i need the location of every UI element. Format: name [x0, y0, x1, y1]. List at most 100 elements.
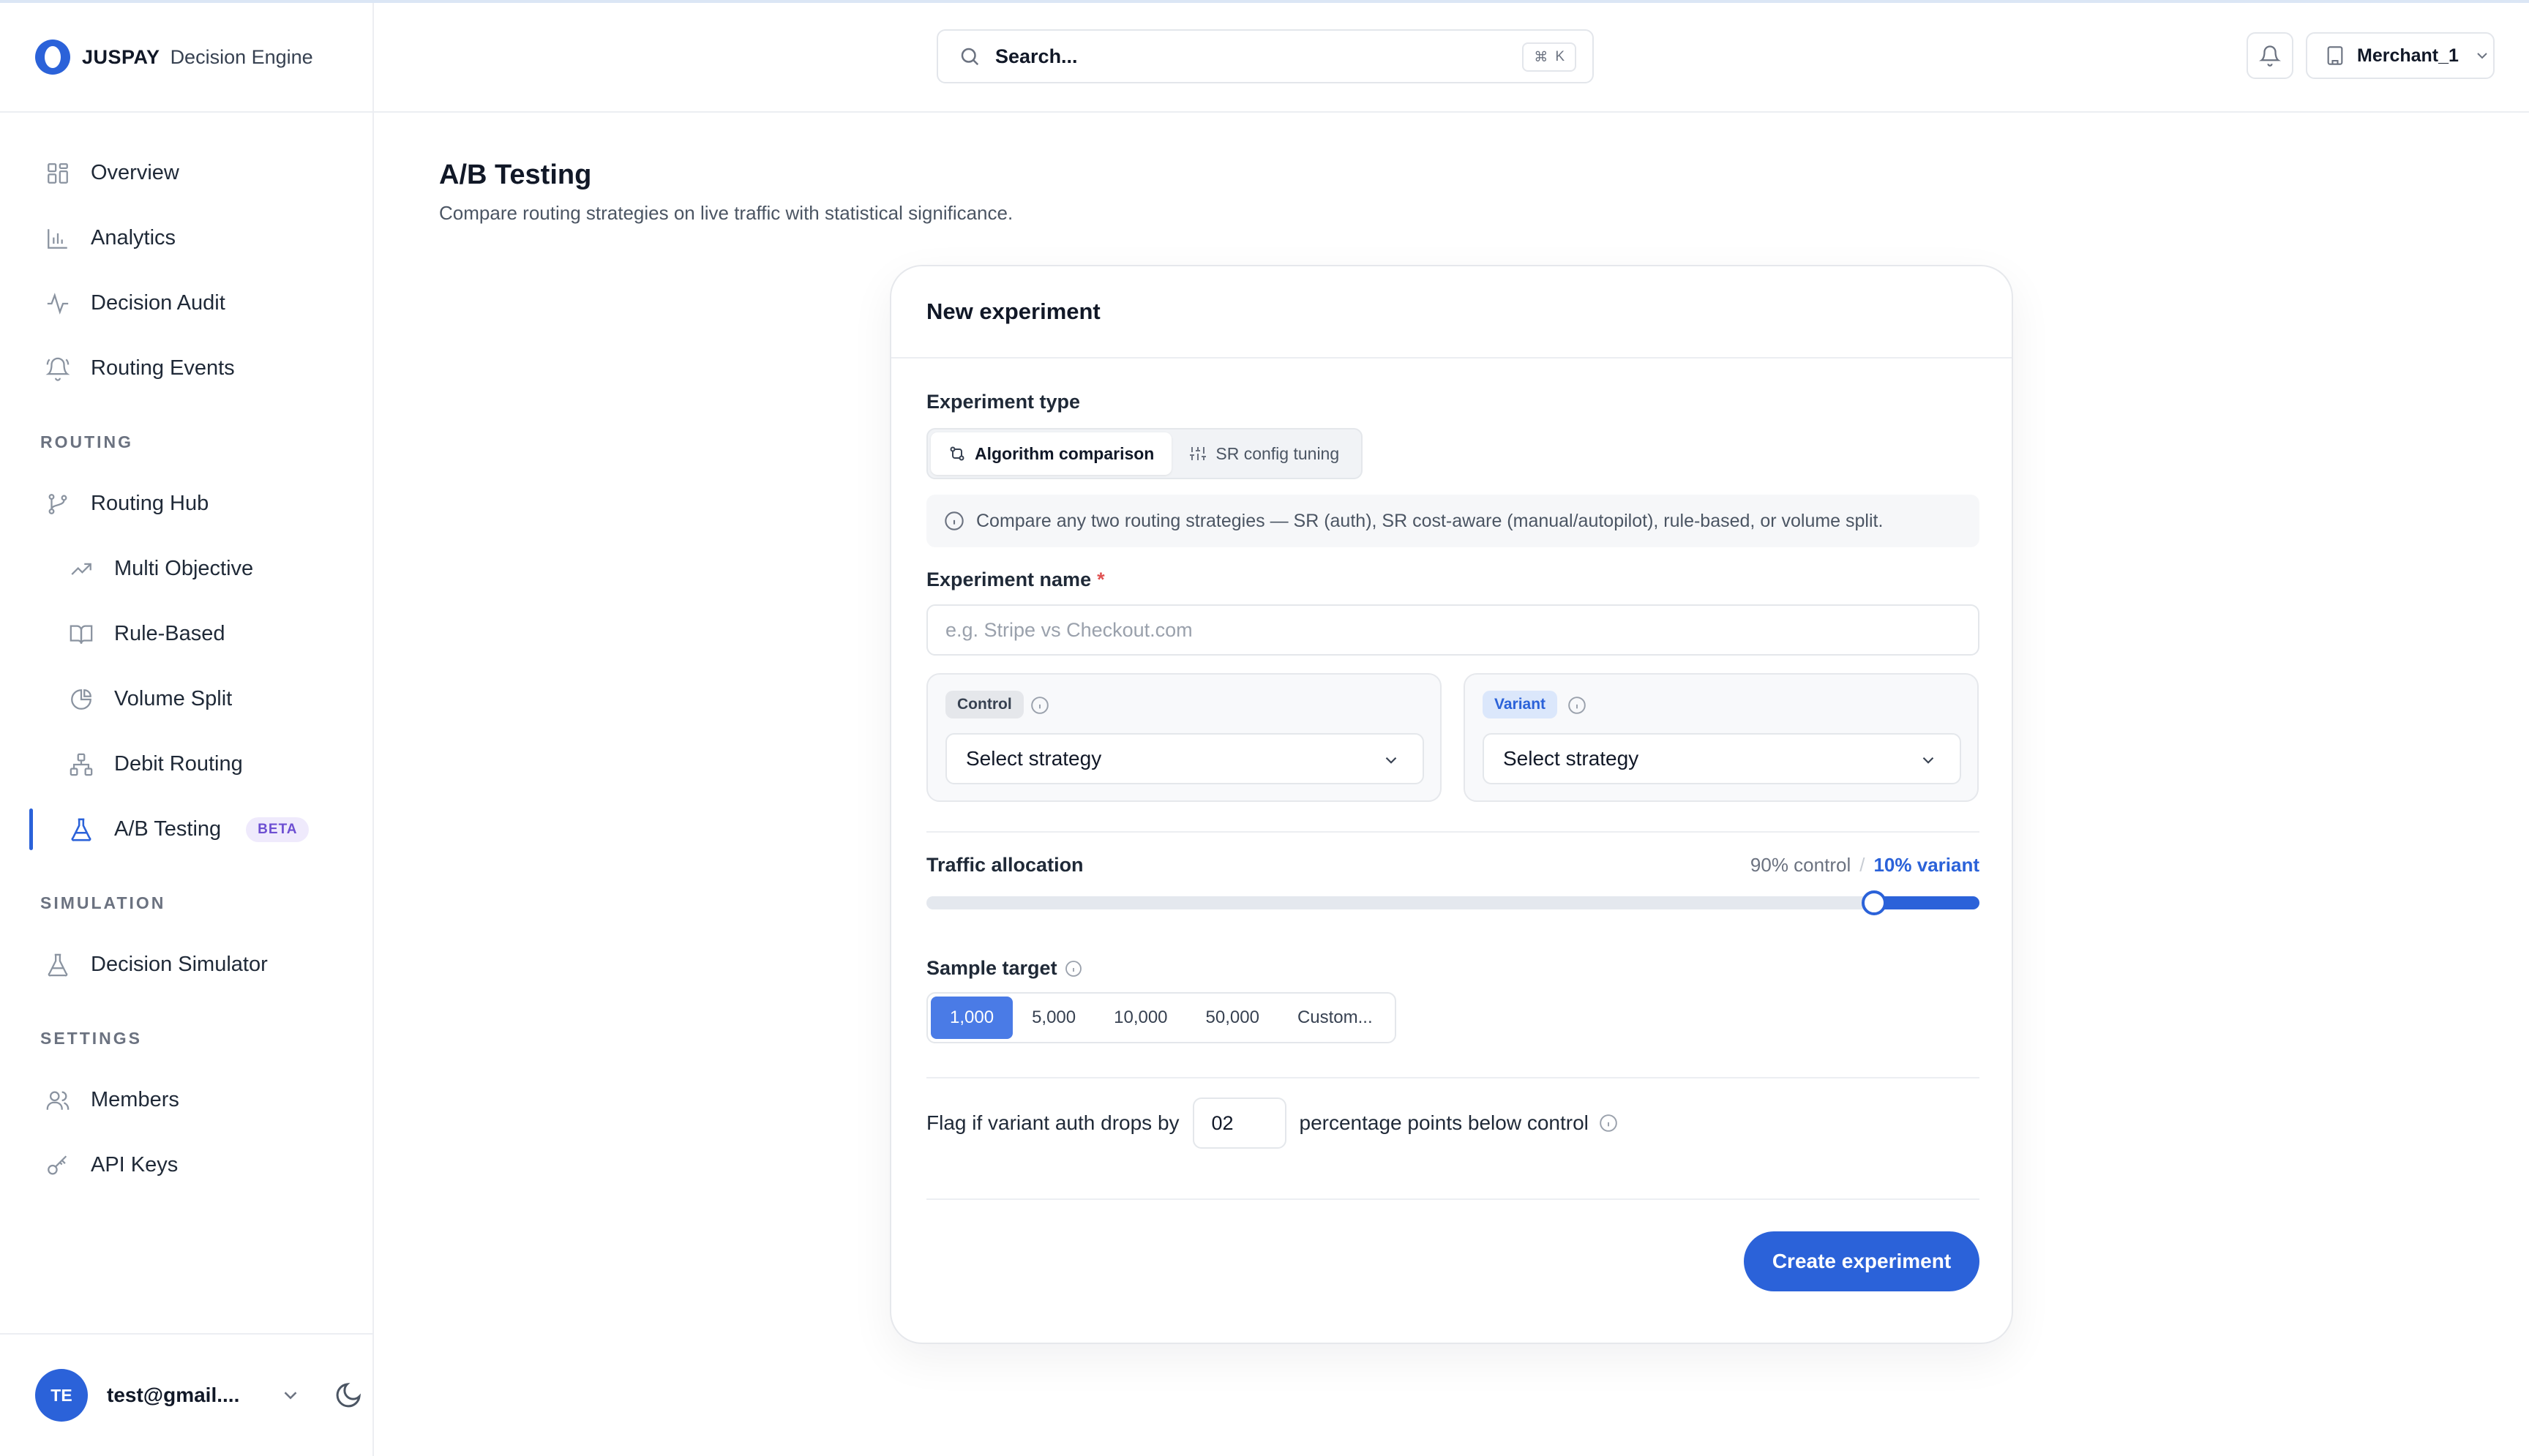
sample-target-label: Sample target: [926, 957, 1082, 980]
flag-prefix: Flag if variant auth drops by: [926, 1111, 1180, 1134]
juspay-logo-icon: [35, 40, 70, 75]
slider-track[interactable]: [926, 896, 1979, 909]
sample-option-5000[interactable]: 5,000: [1013, 997, 1095, 1039]
sidebar-item-debit-routing[interactable]: Debit Routing: [0, 732, 372, 797]
divider: [926, 1198, 1979, 1200]
sidebar-item-label: Routing Hub: [91, 492, 209, 515]
sliders-icon: [1190, 447, 1207, 460]
slider-fill: [1874, 896, 1979, 909]
sidebar-item-volume-split[interactable]: Volume Split: [0, 667, 372, 732]
separator: /: [1859, 854, 1865, 876]
tab-label: SR config tuning: [1215, 443, 1340, 463]
search-box[interactable]: ⌘ K: [937, 29, 1594, 83]
sidebar-item-members[interactable]: Members: [0, 1067, 372, 1133]
users-icon: [45, 1088, 70, 1113]
bell-ring-icon: [45, 356, 70, 381]
tab-algorithm-comparison[interactable]: Algorithm comparison: [931, 432, 1172, 475]
traffic-slider[interactable]: [926, 890, 1979, 915]
experiment-name-label: Experiment name *: [926, 568, 1105, 591]
variant-pill: Variant: [1483, 691, 1558, 718]
divider: [926, 831, 1979, 833]
merchant-switcher[interactable]: Merchant_1: [2306, 32, 2495, 79]
main-content: A/B Testing Compare routing strategies o…: [374, 114, 2529, 1456]
top-bar: ⌘ K Merchant_1: [374, 3, 2529, 113]
avatar: TE: [35, 1369, 88, 1422]
sidebar-item-label: Volume Split: [114, 687, 233, 710]
building-icon: [2327, 46, 2343, 65]
chevron-down-icon[interactable]: [280, 1384, 301, 1406]
variant-strategy-select[interactable]: Select strategy: [1483, 733, 1961, 784]
trending-up-icon: [69, 557, 94, 582]
variant-strategy-panel: Variant Select strategy: [1464, 673, 1979, 802]
chevron-down-icon: [2477, 53, 2487, 59]
divider: [926, 1077, 1979, 1078]
sidebar-item-routing-hub[interactable]: Routing Hub: [0, 471, 372, 536]
traffic-allocation-label: Traffic allocation: [926, 854, 1084, 876]
info-icon[interactable]: [1065, 960, 1082, 977]
info-icon[interactable]: [1599, 1114, 1618, 1133]
bar-chart-icon: [45, 226, 70, 251]
key-icon: [45, 1153, 70, 1178]
sidebar: JUSPAY Decision Engine Overview Analytic…: [0, 3, 374, 1456]
flag-threshold-row: Flag if variant auth drops by percentage…: [926, 1097, 1618, 1149]
sidebar-item-label: A/B Testing: [114, 817, 222, 841]
chevron-down-icon: [1922, 757, 1934, 764]
sidebar-item-ab-testing[interactable]: A/B Testing BETA: [0, 797, 372, 862]
search-shortcut: ⌘ K: [1522, 42, 1576, 72]
sidebar-item-decision-audit[interactable]: Decision Audit: [0, 271, 372, 336]
bell-icon: [2259, 45, 2281, 67]
git-branch-icon: [45, 492, 70, 517]
chevron-down-icon: [1385, 757, 1397, 764]
flag-threshold-input[interactable]: [1192, 1097, 1286, 1149]
sidebar-item-routing-events[interactable]: Routing Events: [0, 336, 372, 401]
new-experiment-card: New experiment Experiment type Algorithm…: [890, 265, 2013, 1344]
sidebar-item-rule-based[interactable]: Rule-Based: [0, 601, 372, 667]
experiment-name-input[interactable]: [926, 604, 1979, 656]
sidebar-item-label: Members: [91, 1088, 179, 1111]
flask-icon: [45, 953, 70, 977]
sidebar-item-label: Decision Simulator: [91, 953, 268, 976]
control-pill: Control: [945, 691, 1024, 718]
sample-option-custom[interactable]: Custom...: [1278, 997, 1392, 1039]
info-icon[interactable]: [1567, 696, 1586, 715]
info-note-text: Compare any two routing strategies — SR …: [976, 510, 1884, 531]
git-compare-icon: [950, 446, 964, 461]
sidebar-item-analytics[interactable]: Analytics: [0, 206, 372, 271]
select-value: Select strategy: [1503, 747, 1639, 770]
sidebar-item-overview[interactable]: Overview: [0, 140, 372, 206]
slider-handle[interactable]: [1862, 890, 1887, 915]
sidebar-item-label: Routing Events: [91, 356, 235, 380]
book-open-icon: [69, 622, 94, 647]
moon-icon[interactable]: [334, 1381, 363, 1410]
activity-icon: [45, 291, 70, 316]
sidebar-item-label: Debit Routing: [114, 752, 243, 776]
sample-option-1000[interactable]: 1,000: [931, 997, 1014, 1039]
user-menu[interactable]: TE test@gmail....: [0, 1333, 372, 1456]
sidebar-item-decision-simulator[interactable]: Decision Simulator: [0, 932, 372, 997]
search-input[interactable]: [995, 45, 1507, 68]
tab-sr-config-tuning[interactable]: SR config tuning: [1172, 432, 1357, 475]
sidebar-nav: Overview Analytics Decision Audit Routin…: [0, 113, 372, 1198]
sidebar-item-label: API Keys: [91, 1153, 179, 1177]
network-icon: [69, 752, 94, 777]
grid-icon: [45, 161, 70, 186]
shortcut-modifier: ⌘: [1534, 49, 1548, 65]
brand-name: JUSPAY: [82, 45, 160, 68]
sample-option-10000[interactable]: 10,000: [1095, 997, 1186, 1039]
notifications-button[interactable]: [2247, 32, 2293, 79]
create-experiment-button[interactable]: Create experiment: [1744, 1231, 1979, 1291]
sample-option-50000[interactable]: 50,000: [1187, 997, 1278, 1039]
section-label-simulation: SIMULATION: [40, 893, 166, 912]
experiment-name-label-text: Experiment name: [926, 568, 1092, 590]
card-title: New experiment: [891, 266, 2012, 359]
info-icon[interactable]: [1030, 696, 1049, 715]
experiment-type-toggle: Algorithm comparison SR config tuning: [926, 428, 1363, 479]
sidebar-item-api-keys[interactable]: API Keys: [0, 1133, 372, 1198]
control-strategy-select[interactable]: Select strategy: [945, 733, 1424, 784]
section-label-settings: SETTINGS: [40, 1029, 143, 1048]
sidebar-item-multi-objective[interactable]: Multi Objective: [0, 536, 372, 601]
sample-target-options: 1,000 5,000 10,000 50,000 Custom...: [926, 992, 1396, 1043]
variant-percent: 10% variant: [1873, 854, 1979, 876]
control-percent: 90% control: [1750, 854, 1851, 876]
brand[interactable]: JUSPAY Decision Engine: [0, 3, 372, 113]
